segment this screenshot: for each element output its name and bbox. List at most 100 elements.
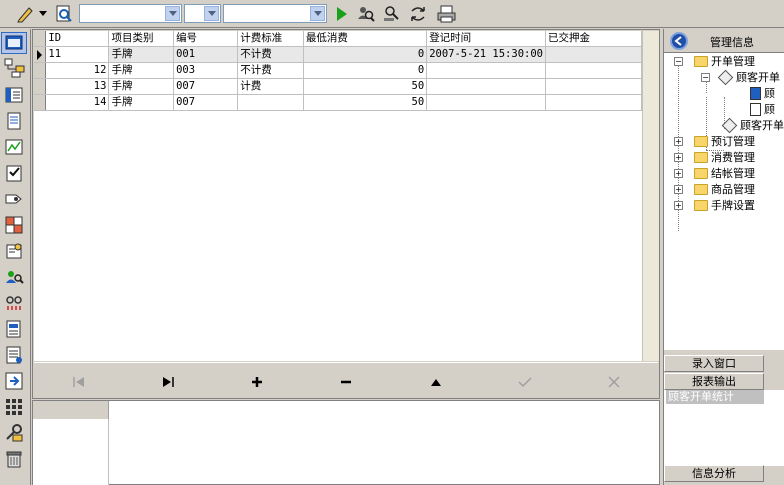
chevron-down-icon[interactable] bbox=[310, 6, 325, 21]
tree-node-consumption[interactable]: + 消费管理 bbox=[674, 150, 755, 165]
table-row[interactable]: 11 手牌 001 不计费 0 2007-5-21 15:30:00 bbox=[34, 46, 643, 63]
tree-node-goods[interactable]: + 商品管理 bbox=[674, 182, 755, 197]
cell-deposit[interactable] bbox=[545, 62, 643, 79]
tree-node-checkout[interactable]: + 结帐管理 bbox=[674, 166, 755, 181]
user-search-icon[interactable] bbox=[4, 267, 24, 287]
tree-node-customer-sub-2[interactable]: 顾 bbox=[750, 102, 775, 117]
expand-icon[interactable]: + bbox=[674, 201, 683, 210]
table-row[interactable]: 13 手牌 007 计费 50 bbox=[34, 78, 643, 95]
row-indicator[interactable] bbox=[34, 46, 47, 63]
cell-time[interactable] bbox=[426, 78, 546, 95]
grid-icon[interactable] bbox=[4, 215, 24, 235]
cell-type[interactable]: 手牌 bbox=[108, 78, 175, 95]
window-icon[interactable] bbox=[1, 32, 27, 54]
cell-code[interactable]: 007 bbox=[173, 94, 239, 111]
row-indicator[interactable] bbox=[34, 78, 47, 95]
checklist-icon[interactable] bbox=[4, 163, 24, 183]
expand-icon[interactable]: + bbox=[674, 137, 683, 146]
tree-node-reservation[interactable]: + 预订管理 bbox=[674, 134, 755, 149]
tree-node-customer-sub-1[interactable]: 顾 bbox=[750, 86, 775, 101]
cell-billing[interactable]: 不计费 bbox=[237, 62, 304, 79]
row-indicator[interactable] bbox=[34, 94, 47, 111]
preview-icon[interactable] bbox=[53, 3, 75, 25]
tag-icon[interactable] bbox=[4, 189, 24, 209]
cell-code[interactable]: 007 bbox=[173, 78, 239, 95]
report-item-customer-stats[interactable]: 顾客开单统计 bbox=[666, 390, 764, 404]
expand-icon[interactable]: + bbox=[674, 185, 683, 194]
last-record-icon[interactable] bbox=[161, 375, 175, 389]
trash-icon[interactable] bbox=[4, 449, 24, 469]
chart-icon[interactable] bbox=[4, 137, 24, 157]
form-icon[interactable] bbox=[4, 345, 24, 365]
list-view-icon[interactable] bbox=[4, 85, 24, 105]
expand-icon[interactable]: + bbox=[674, 169, 683, 178]
cell-min-spend[interactable]: 0 bbox=[303, 62, 428, 79]
cell-id[interactable]: 11 bbox=[45, 46, 110, 63]
cell-id[interactable]: 14 bbox=[45, 94, 110, 111]
link-icon[interactable] bbox=[4, 293, 24, 313]
tree-node-customer-bill[interactable]: − 顾客开单 bbox=[701, 69, 780, 86]
first-record-icon[interactable] bbox=[72, 375, 86, 389]
cell-id[interactable]: 13 bbox=[45, 78, 110, 95]
chevron-down-icon[interactable] bbox=[38, 3, 48, 25]
cell-code[interactable]: 003 bbox=[173, 62, 239, 79]
collapse-icon[interactable]: − bbox=[701, 73, 710, 82]
chevron-down-icon[interactable] bbox=[204, 6, 219, 21]
filter-combo-3[interactable] bbox=[223, 4, 327, 23]
cancel-record-icon[interactable] bbox=[607, 375, 621, 389]
cell-code[interactable]: 001 bbox=[173, 46, 239, 63]
cell-billing[interactable]: 不计费 bbox=[237, 46, 304, 63]
info-analysis-button[interactable]: 信息分析 bbox=[664, 465, 764, 482]
cell-time[interactable] bbox=[426, 62, 546, 79]
tree-node-customer-bill-2[interactable]: 顾客开单 bbox=[721, 117, 784, 134]
cell-id[interactable]: 12 bbox=[45, 62, 110, 79]
run-icon[interactable] bbox=[331, 3, 353, 25]
refresh-icon[interactable] bbox=[407, 3, 429, 25]
grid-vertical-scrollbar[interactable] bbox=[642, 31, 659, 361]
cell-type[interactable]: 手牌 bbox=[108, 46, 175, 63]
table-row[interactable]: 14 手牌 007 50 bbox=[34, 94, 643, 111]
report-icon[interactable] bbox=[4, 319, 24, 339]
collapse-panel-icon[interactable] bbox=[670, 32, 688, 50]
chevron-down-icon[interactable] bbox=[165, 6, 180, 21]
find-user-icon[interactable] bbox=[355, 3, 377, 25]
filter-combo-2[interactable] bbox=[184, 4, 221, 23]
cell-deposit[interactable] bbox=[545, 78, 643, 95]
insert-record-icon[interactable] bbox=[250, 375, 264, 389]
cell-time[interactable]: 2007-5-21 15:30:00 bbox=[426, 46, 546, 63]
cell-min-spend[interactable]: 50 bbox=[303, 78, 428, 95]
settings-icon[interactable] bbox=[4, 241, 24, 261]
cell-min-spend[interactable]: 0 bbox=[303, 46, 428, 63]
report-output-button[interactable]: 报表输出 bbox=[664, 373, 764, 390]
column-header-min-spend[interactable]: 最低消费 bbox=[303, 31, 428, 47]
tree-node-open-bill[interactable]: − 开单管理 bbox=[674, 54, 755, 69]
filter-combo-1[interactable] bbox=[79, 4, 182, 23]
expand-icon[interactable]: + bbox=[674, 153, 683, 162]
table-row[interactable]: 12 手牌 003 不计费 0 bbox=[34, 62, 643, 79]
column-header-time[interactable]: 登记时间 bbox=[426, 31, 546, 47]
cell-billing[interactable]: 计费 bbox=[237, 78, 304, 95]
column-header-billing[interactable]: 计费标准 bbox=[237, 31, 304, 47]
export-icon[interactable] bbox=[4, 371, 24, 391]
calculator-icon[interactable] bbox=[4, 397, 24, 417]
cell-time[interactable] bbox=[426, 94, 546, 111]
cell-billing[interactable] bbox=[237, 94, 304, 111]
cell-deposit[interactable] bbox=[545, 46, 643, 63]
collapse-icon[interactable]: − bbox=[674, 57, 683, 66]
row-indicator[interactable] bbox=[34, 62, 47, 79]
pencil-icon[interactable] bbox=[14, 3, 36, 25]
post-record-icon[interactable] bbox=[518, 375, 532, 389]
cell-deposit[interactable] bbox=[545, 94, 643, 111]
tools-icon[interactable] bbox=[4, 423, 24, 443]
edit-record-icon[interactable] bbox=[429, 375, 443, 389]
find-record-icon[interactable] bbox=[381, 3, 403, 25]
cell-min-spend[interactable]: 50 bbox=[303, 94, 428, 111]
column-header-code[interactable]: 编号 bbox=[173, 31, 239, 47]
delete-record-icon[interactable] bbox=[339, 375, 353, 389]
entry-window-button[interactable]: 录入窗口 bbox=[664, 355, 764, 372]
hierarchy-icon[interactable] bbox=[4, 58, 25, 78]
column-header-type[interactable]: 项目类别 bbox=[108, 31, 175, 47]
document-icon[interactable] bbox=[4, 111, 24, 131]
column-header-deposit[interactable]: 已交押金 bbox=[545, 31, 643, 47]
print-icon[interactable] bbox=[436, 3, 458, 25]
